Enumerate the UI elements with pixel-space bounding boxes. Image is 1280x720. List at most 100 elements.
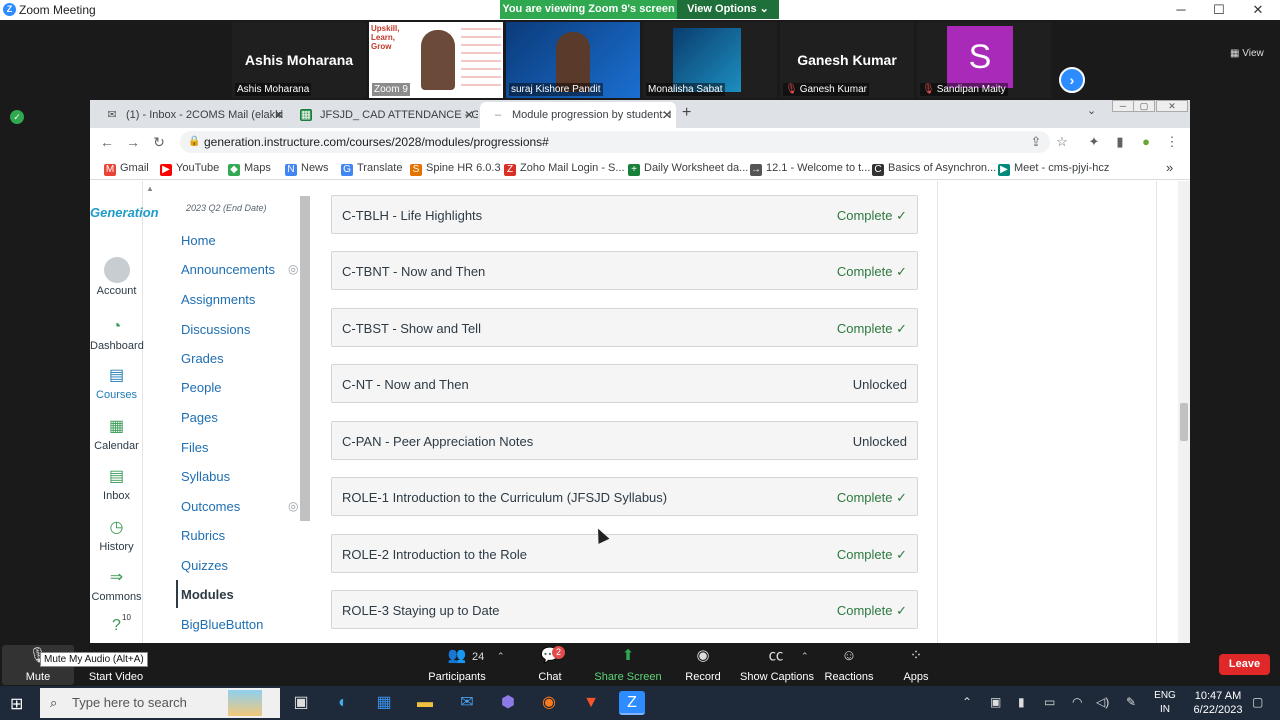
page-scrollbar[interactable] [1178, 181, 1190, 643]
profile-extension-icon[interactable]: ● [1138, 134, 1154, 150]
global-nav-calendar[interactable]: ▦ Calendar [90, 416, 143, 452]
bookmark-welcome[interactable]: → 12.1 - Welcome to t... [750, 160, 870, 176]
task-view-icon[interactable]: ▣ [288, 691, 314, 715]
wifi-icon[interactable]: ◠ [1072, 695, 1082, 709]
share-icon[interactable]: ⇪ [1028, 134, 1044, 150]
scrollbar-thumb[interactable] [1180, 403, 1188, 441]
course-nav-syllabus[interactable]: Syllabus [181, 469, 230, 484]
course-nav-bigbluebutton[interactable]: BigBlueButton [181, 617, 263, 632]
course-nav-rubrics[interactable]: Rubrics [181, 528, 225, 543]
bookmark-daily-worksheet[interactable]: + Daily Worksheet da... [628, 160, 748, 176]
module-row[interactable]: C-TBST - Show and Tell Complete ✓ [331, 308, 918, 347]
participant-tile[interactable]: Upskill, Learn, Grow Zoom 9 [369, 22, 503, 98]
tab-attendance[interactable]: ▦ JFSJD_ CAD ATTENDANCE - Goo ✕ [288, 102, 478, 128]
generation-logo[interactable]: Generation [90, 205, 159, 220]
bookmark-maps[interactable]: ◆ Maps [228, 160, 271, 176]
view-button[interactable]: ▦ View [1230, 48, 1264, 59]
captions-caret-icon[interactable]: ⌃ [801, 651, 809, 662]
lock-icon[interactable]: 🔒 [188, 131, 200, 153]
global-nav-courses[interactable]: ▤ Courses [90, 365, 143, 401]
weather-widget-icon[interactable] [228, 690, 262, 716]
brave-icon[interactable]: ▼ [578, 691, 604, 715]
close-button[interactable]: ✕ [1240, 0, 1276, 20]
browser-close-button[interactable]: ✕ [1156, 100, 1188, 112]
notifications-icon[interactable]: ▢ [1252, 695, 1263, 709]
record-button[interactable]: ◉ Record [680, 647, 726, 683]
module-row[interactable]: C-TBNT - Now and Then Complete ✓ [331, 251, 918, 290]
bookmark-youtube[interactable]: ▶ YouTube [160, 160, 219, 176]
global-nav-account[interactable]: Account [90, 257, 143, 297]
tab-close-icon[interactable]: ✕ [464, 102, 474, 128]
module-row[interactable]: ROLE-2 Introduction to the Role Complete… [331, 534, 918, 573]
store-icon[interactable]: ▦ [371, 691, 397, 715]
course-nav-quizzes[interactable]: Quizzes [181, 558, 228, 573]
module-row[interactable]: C-NT - Now and Then Unlocked [331, 364, 918, 403]
share-screen-button[interactable]: ⬆ Share Screen [594, 647, 662, 683]
reactions-button[interactable]: ☺ Reactions [822, 647, 876, 683]
windows-start-icon[interactable]: ⊞ [10, 694, 23, 714]
course-nav-people[interactable]: People [181, 380, 221, 395]
course-nav-grades[interactable]: Grades [181, 351, 224, 366]
module-row[interactable]: ROLE-1 Introduction to the Curriculum (J… [331, 477, 918, 516]
address-bar[interactable]: 🔒 generation.instructure.com/courses/202… [180, 131, 1050, 153]
security-shield-icon[interactable]: ✓ [10, 110, 24, 124]
volume-icon[interactable]: ◁) [1096, 695, 1109, 709]
new-tab-button[interactable]: + [682, 104, 691, 122]
back-arrow-icon[interactable]: ← [98, 133, 116, 151]
zoom-taskbar-icon[interactable]: Z [619, 691, 645, 715]
global-nav-dashboard[interactable]: ◔ Dashboard [90, 316, 144, 352]
gallery-next-arrow-icon[interactable]: › [1059, 67, 1085, 93]
chat-button[interactable]: 💬 Chat [528, 647, 572, 683]
tab-search-icon[interactable]: ⌄ [1087, 104, 1096, 117]
bookmark-star-icon[interactable]: ☆ [1054, 134, 1070, 150]
extensions-icon[interactable]: ✦ [1086, 134, 1102, 150]
bookmark-meet[interactable]: ▶ Meet - cms-pjyi-hcz [998, 160, 1109, 176]
tray-usb-icon[interactable]: ▮ [1018, 695, 1025, 709]
course-nav-files[interactable]: Files [181, 440, 208, 455]
bookmark-spine-hr[interactable]: S Spine HR 6.0.3 [410, 160, 501, 176]
maximize-button[interactable]: ☐ [1201, 0, 1237, 20]
scroll-up-icon[interactable]: ▲ [146, 184, 154, 193]
course-nav-modules[interactable]: Modules [181, 587, 234, 602]
apps-button[interactable]: ⁘ Apps [898, 647, 934, 683]
participant-tile[interactable]: Ashis Moharana Ashis Moharana [232, 22, 366, 98]
bookmark-translate[interactable]: G Translate [341, 160, 402, 176]
bookmarks-more-icon[interactable]: » [1166, 160, 1173, 176]
taskbar-clock[interactable]: 10:47 AM 6/22/2023 [1188, 689, 1248, 717]
tray-overflow-icon[interactable]: ⌃ [962, 695, 972, 709]
global-nav-history[interactable]: ◷ History [90, 517, 143, 553]
participant-tile[interactable]: Monalisha Sabat [643, 22, 777, 98]
bookmark-gmail[interactable]: M Gmail [104, 160, 149, 176]
side-panel-icon[interactable]: ▮ [1112, 134, 1128, 150]
tab-close-icon[interactable]: ✕ [274, 102, 284, 128]
browser-minimize-button[interactable]: ─ [1112, 100, 1134, 112]
participant-tile[interactable]: suraj Kishore Pandit [506, 22, 640, 98]
global-nav-commons[interactable]: ⇒ Commons [90, 567, 143, 603]
course-nav-assignments[interactable]: Assignments [181, 292, 255, 307]
reload-icon[interactable]: ↻ [150, 133, 168, 151]
file-explorer-icon[interactable]: ▬ [412, 691, 438, 715]
firefox-icon[interactable]: ◉ [536, 691, 562, 715]
minimize-button[interactable]: ─ [1163, 0, 1199, 20]
forward-arrow-icon[interactable]: → [124, 133, 142, 151]
tab-module-progression[interactable]: – Module progression by student: I ✕ [480, 102, 676, 128]
course-nav-outcomes[interactable]: Outcomes ◎ [181, 499, 298, 514]
global-nav-help[interactable]: ? 10 [90, 613, 143, 639]
tab-inbox[interactable]: ✉ (1) - Inbox - 2COMS Mail (elakki ✕ [94, 102, 288, 128]
tab-close-icon[interactable]: ✕ [662, 102, 672, 128]
mail-icon[interactable]: ✉ [454, 691, 480, 715]
bookmark-zoho-mail[interactable]: Z Zoho Mail Login - S... [504, 160, 625, 176]
app-icon[interactable]: ⬢ [495, 691, 521, 715]
pen-icon[interactable]: ✎ [1126, 695, 1136, 709]
bookmark-news[interactable]: N News [285, 160, 329, 176]
course-nav-announcements[interactable]: Announcements ◎ [181, 262, 298, 277]
language-indicator[interactable]: ENG IN [1152, 689, 1178, 717]
module-row[interactable]: C-PAN - Peer Appreciation Notes Unlocked [331, 421, 918, 460]
menu-kebab-icon[interactable]: ⋮ [1164, 134, 1180, 150]
battery-icon[interactable]: ▭ [1044, 695, 1055, 709]
tray-app-icon[interactable]: ▣ [990, 695, 1001, 709]
bookmark-basics-async[interactable]: C Basics of Asynchron... [872, 160, 996, 176]
course-nav-discussions[interactable]: Discussions [181, 322, 250, 337]
participant-tile[interactable]: Ganesh Kumar 🎙 Ganesh Kumar [780, 22, 914, 98]
module-row[interactable]: C-TBLH - Life Highlights Complete ✓ [331, 195, 918, 234]
